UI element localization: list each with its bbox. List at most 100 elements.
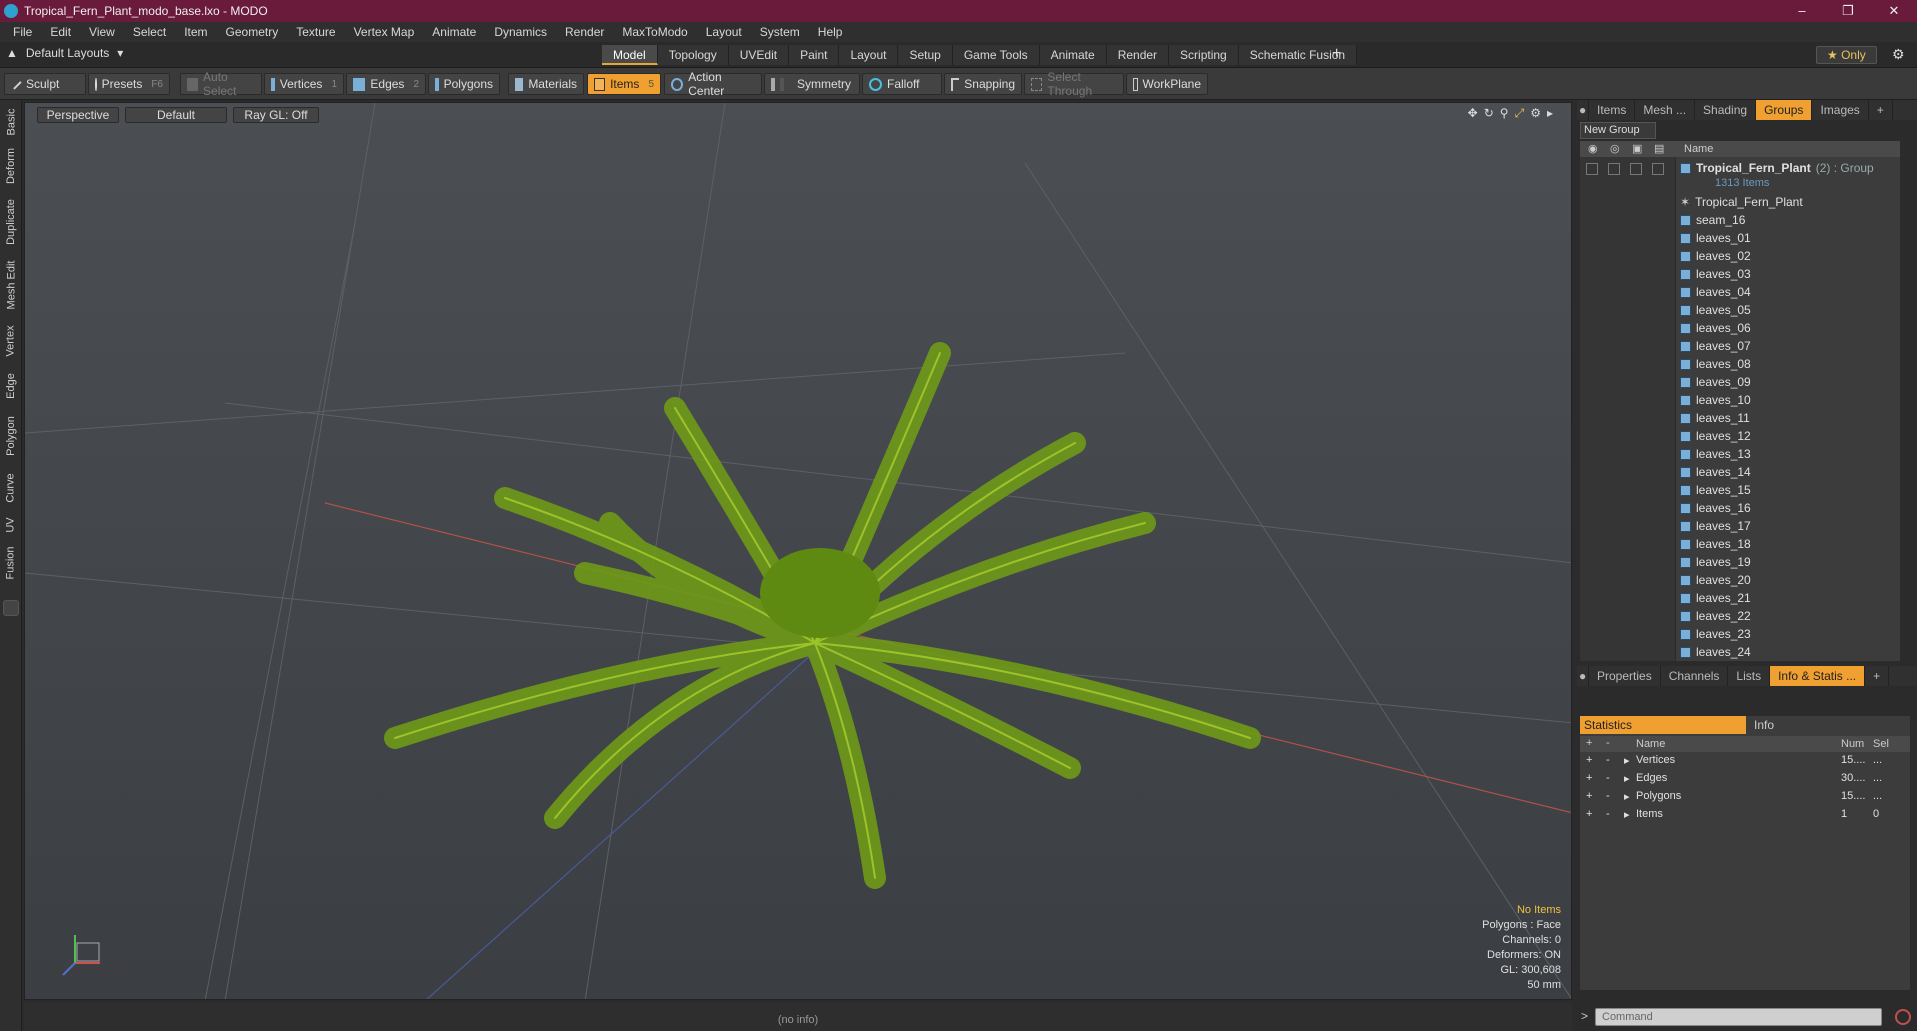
tab-game-tools[interactable]: Game Tools <box>952 45 1040 65</box>
tab-render[interactable]: Render <box>1106 45 1170 65</box>
expand-icon[interactable]: + <box>1586 790 1592 802</box>
list-item[interactable]: leaves_11 <box>1680 409 1750 427</box>
list-item[interactable]: leaves_20 <box>1680 571 1751 589</box>
tab-deform[interactable]: Deform <box>0 144 22 188</box>
row-arrow-icon[interactable]: ▸ <box>1624 754 1630 767</box>
minimize-button[interactable]: – <box>1779 0 1825 22</box>
rotate-view-icon[interactable]: ↻ <box>1484 106 1494 121</box>
materials-button[interactable]: Materials <box>508 73 584 95</box>
items-button[interactable]: Items 5 <box>587 73 661 95</box>
expand-arrow-icon[interactable]: ▸ <box>1547 106 1553 121</box>
tab-statistics[interactable]: Statistics <box>1580 716 1746 734</box>
zoom-icon[interactable]: ⚲ <box>1500 106 1509 121</box>
menu-edit[interactable]: Edit <box>41 25 80 39</box>
group-lock-toggle[interactable] <box>1630 163 1642 175</box>
menu-animate[interactable]: Animate <box>423 25 485 39</box>
view-mode-button[interactable]: Perspective <box>37 107 119 123</box>
row-arrow-icon[interactable]: ▸ <box>1624 808 1630 821</box>
raygl-button[interactable]: Ray GL: Off <box>233 107 319 123</box>
tab-info-statistics[interactable]: Info & Statis ... <box>1770 666 1866 686</box>
tab-model[interactable]: Model <box>602 45 658 65</box>
list-item[interactable]: leaves_12 <box>1680 427 1751 445</box>
list-item[interactable]: leaves_03 <box>1680 265 1751 283</box>
tab-edge[interactable]: Edge <box>0 366 22 406</box>
group-root-row[interactable]: Tropical_Fern_Plant (2) : Group <box>1680 159 1874 177</box>
tab-fusion[interactable]: Fusion <box>0 540 22 586</box>
tab-info[interactable]: Info <box>1746 716 1774 734</box>
menu-maxtomodo[interactable]: MaxToModo <box>613 25 696 39</box>
tab-curve[interactable]: Curve <box>0 466 22 510</box>
group-render-toggle[interactable] <box>1608 163 1620 175</box>
tab-layout[interactable]: Layout <box>839 45 899 65</box>
gear-icon[interactable]: ⚙ <box>1892 46 1905 63</box>
record-icon[interactable] <box>1895 1009 1911 1025</box>
list-item[interactable]: leaves_18 <box>1680 535 1751 553</box>
only-toggle[interactable]: ★ Only <box>1816 46 1877 64</box>
list-item[interactable]: leaves_17 <box>1680 517 1751 535</box>
tab-duplicate[interactable]: Duplicate <box>0 192 22 252</box>
list-item[interactable]: leaves_02 <box>1680 247 1751 265</box>
collapse-icon[interactable]: - <box>1606 754 1610 766</box>
list-item[interactable]: leaves_22 <box>1680 607 1751 625</box>
row-arrow-icon[interactable]: ▸ <box>1624 772 1630 785</box>
move-view-icon[interactable]: ✥ <box>1468 106 1478 121</box>
tab-images[interactable]: Images <box>1812 100 1869 120</box>
list-item[interactable]: leaves_04 <box>1680 283 1751 301</box>
list-item[interactable]: leaves_08 <box>1680 355 1751 373</box>
list-item[interactable]: leaves_05 <box>1680 301 1751 319</box>
collapse-icon[interactable]: - <box>1606 772 1610 784</box>
list-item[interactable]: leaves_23 <box>1680 625 1751 643</box>
tab-mesh[interactable]: Mesh ... <box>1635 100 1696 120</box>
tab-shading[interactable]: Shading <box>1695 100 1757 120</box>
menu-help[interactable]: Help <box>809 25 852 39</box>
maximize-button[interactable]: ❐ <box>1825 0 1871 22</box>
list-item[interactable]: leaves_06 <box>1680 319 1751 337</box>
render-icon[interactable]: ◎ <box>1610 142 1620 155</box>
table-row[interactable]: + - ▸ Edges 30.... ... <box>1580 772 1910 790</box>
tab-paint[interactable]: Paint <box>789 45 840 65</box>
auto-select-button[interactable]: Auto Select <box>180 70 262 98</box>
3d-viewport[interactable]: Perspective Default Ray GL: Off ✥ ↻ ⚲ ⤢ … <box>24 102 1572 1000</box>
expand-icon[interactable]: + <box>1586 772 1592 784</box>
eye-icon[interactable]: ◉ <box>1588 142 1598 155</box>
add-tab-button[interactable]: + <box>1332 45 1341 63</box>
list-item[interactable]: leaves_13 <box>1680 445 1751 463</box>
list-item[interactable]: ✶ Tropical_Fern_Plant <box>1680 193 1803 211</box>
menu-select[interactable]: Select <box>124 25 175 39</box>
command-input[interactable]: Command <box>1595 1008 1882 1026</box>
tab-vertex[interactable]: Vertex <box>0 318 22 364</box>
expand-all-icon[interactable]: + <box>1586 737 1592 749</box>
tab-properties[interactable]: Properties <box>1589 666 1661 686</box>
expand-icon[interactable]: + <box>1586 754 1592 766</box>
menu-geometry[interactable]: Geometry <box>217 25 288 39</box>
shading-mode-button[interactable]: Default <box>125 107 227 123</box>
sculpt-button[interactable]: Sculpt <box>4 73 86 95</box>
polygons-button[interactable]: Polygons <box>428 73 500 95</box>
table-row[interactable]: + - ▸ Items 1 0 <box>1580 808 1910 826</box>
vertices-button[interactable]: Vertices 1 <box>264 73 344 95</box>
lock-icon[interactable]: ▣ <box>1632 142 1642 155</box>
add-panel-tab-button-2[interactable]: + <box>1865 666 1890 686</box>
menu-texture[interactable]: Texture <box>287 25 344 39</box>
table-row[interactable]: + - ▸ Vertices 15.... ... <box>1580 754 1910 772</box>
collapse-icon[interactable]: - <box>1606 808 1610 820</box>
snapping-button[interactable]: Snapping <box>944 73 1022 95</box>
action-center-button[interactable]: Action Center <box>664 70 762 98</box>
tab-polygon[interactable]: Polygon <box>0 408 22 464</box>
menu-layout[interactable]: Layout <box>697 25 751 39</box>
group-select-toggle[interactable] <box>1652 163 1664 175</box>
row-arrow-icon[interactable]: ▸ <box>1624 790 1630 803</box>
table-row[interactable]: + - ▸ Polygons 15.... ... <box>1580 790 1910 808</box>
new-group-button[interactable]: New Group <box>1580 122 1656 139</box>
falloff-button[interactable]: Falloff <box>862 73 942 95</box>
add-panel-tab-button[interactable]: + <box>1869 100 1893 120</box>
collapse-all-icon[interactable]: - <box>1606 737 1610 749</box>
menu-render[interactable]: Render <box>556 25 613 39</box>
workplane-button[interactable]: WorkPlane <box>1126 73 1208 95</box>
tab-setup[interactable]: Setup <box>898 45 953 65</box>
menu-view[interactable]: View <box>80 25 124 39</box>
list-item[interactable]: leaves_24 <box>1680 643 1751 661</box>
menu-dynamics[interactable]: Dynamics <box>485 25 556 39</box>
tab-items[interactable]: Items <box>1589 100 1636 120</box>
list-item[interactable]: leaves_16 <box>1680 499 1751 517</box>
